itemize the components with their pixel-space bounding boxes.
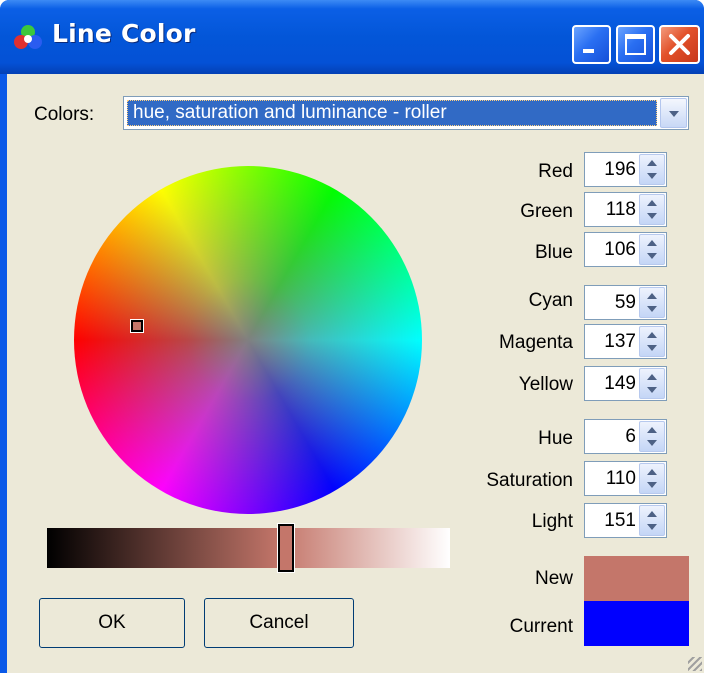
colors-dropdown-value: hue, saturation and luminance - roller: [127, 100, 657, 126]
close-icon: [669, 34, 690, 55]
magenta-value[interactable]: 137: [604, 325, 636, 358]
light-spinner[interactable]: 151: [584, 503, 667, 538]
title-bar[interactable]: Line Color: [0, 0, 704, 74]
cancel-button[interactable]: Cancel: [204, 598, 354, 648]
spin-arrows-icon[interactable]: [639, 368, 665, 399]
minimize-button[interactable]: [572, 25, 611, 64]
maximize-button[interactable]: [616, 25, 655, 64]
cyan-label: Cyan: [528, 290, 573, 311]
dialog-title: Line Color: [52, 19, 196, 48]
current-label: Current: [509, 616, 573, 637]
line-color-dialog: Line Color Colors: hue, saturation and l…: [0, 0, 704, 673]
new-label: New: [534, 568, 573, 589]
blue-value[interactable]: 106: [604, 233, 636, 266]
new-color-swatch: [584, 556, 689, 601]
saturation-label: Saturation: [486, 470, 573, 491]
saturation-spinner[interactable]: 110: [584, 461, 667, 496]
magenta-spinner[interactable]: 137: [584, 324, 667, 359]
color-wheel[interactable]: [74, 166, 422, 514]
minimize-icon: [583, 49, 594, 53]
luminance-slider-thumb[interactable]: [277, 523, 295, 573]
yellow-value[interactable]: 149: [604, 367, 636, 400]
light-label: Light: [531, 511, 573, 532]
hue-spinner[interactable]: 6: [584, 419, 667, 454]
green-value[interactable]: 118: [606, 193, 636, 226]
maximize-icon: [625, 34, 646, 55]
dialog-body: Colors: hue, saturation and luminance - …: [7, 74, 704, 673]
spin-arrows-icon[interactable]: [639, 326, 665, 357]
yellow-spinner[interactable]: 149: [584, 366, 667, 401]
spin-arrows-icon[interactable]: [639, 505, 665, 536]
red-label: Red: [538, 161, 573, 182]
current-color-swatch: [584, 601, 689, 646]
red-value[interactable]: 196: [604, 153, 636, 186]
saturation-value[interactable]: 110: [606, 462, 636, 495]
hue-label: Hue: [538, 428, 573, 449]
magenta-label: Magenta: [499, 332, 573, 353]
spin-arrows-icon[interactable]: [639, 154, 665, 185]
spin-arrows-icon[interactable]: [639, 421, 665, 452]
color-wheel-marker[interactable]: [130, 319, 144, 333]
red-spinner[interactable]: 196: [584, 152, 667, 187]
light-value[interactable]: 151: [604, 504, 636, 537]
colors-label: Colors:: [34, 104, 95, 125]
blue-spinner[interactable]: 106: [584, 232, 667, 267]
chevron-down-icon[interactable]: [660, 98, 687, 128]
spin-arrows-icon[interactable]: [639, 194, 665, 225]
ok-button[interactable]: OK: [39, 598, 185, 648]
cyan-spinner[interactable]: 59: [584, 285, 667, 320]
spin-arrows-icon[interactable]: [639, 287, 665, 318]
color-palette-icon: [14, 25, 42, 49]
spin-arrows-icon[interactable]: [639, 234, 665, 265]
cyan-value[interactable]: 59: [615, 286, 636, 319]
luminance-slider[interactable]: [47, 528, 450, 568]
green-label: Green: [520, 201, 573, 222]
yellow-label: Yellow: [518, 374, 573, 395]
hue-value[interactable]: 6: [625, 420, 636, 453]
spin-arrows-icon[interactable]: [639, 463, 665, 494]
resize-grip-icon[interactable]: [688, 657, 702, 671]
blue-label: Blue: [534, 242, 573, 263]
colors-dropdown[interactable]: hue, saturation and luminance - roller: [123, 96, 689, 130]
green-spinner[interactable]: 118: [584, 192, 667, 227]
close-button[interactable]: [659, 25, 700, 64]
